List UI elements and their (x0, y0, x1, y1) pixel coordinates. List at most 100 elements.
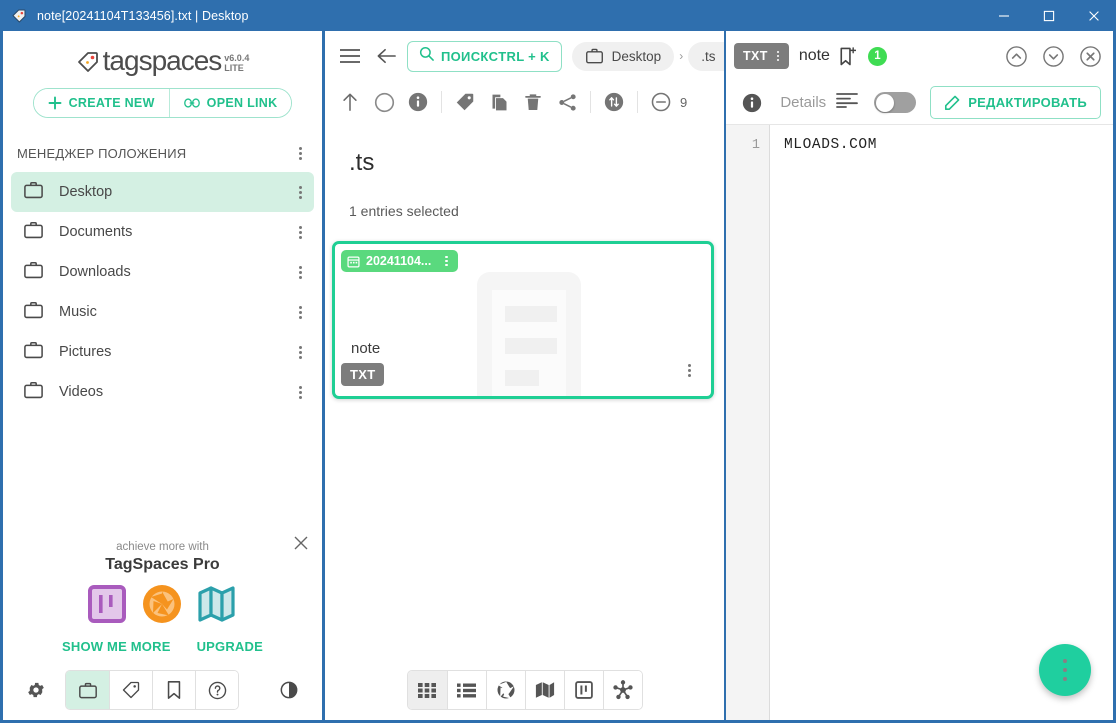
close-circle-icon[interactable] (1073, 39, 1107, 73)
sort-icon[interactable] (597, 85, 631, 119)
file-card-tag-menu-icon[interactable] (438, 253, 454, 269)
calendar-icon (347, 255, 360, 268)
editor-content[interactable]: MLOADS.COM (770, 125, 1113, 720)
breadcrumb: Desktop › .ts (571, 41, 724, 71)
location-menu-icon[interactable] (286, 378, 314, 406)
editor-gutter: 1 (726, 125, 770, 720)
view-mode-grid[interactable] (407, 671, 447, 709)
tag-count-badge: 1 (867, 46, 887, 66)
breadcrumb-item-desktop[interactable]: Desktop (571, 41, 675, 71)
edit-button[interactable]: РЕДАКТИРОВАТЬ (930, 86, 1101, 119)
breadcrumb-label: .ts (701, 48, 716, 64)
details-toggle[interactable] (874, 92, 917, 113)
show-me-more-link[interactable]: SHOW ME MORE (62, 639, 171, 654)
view-mode-group (406, 670, 643, 710)
chevron-down-circle-icon[interactable] (1036, 39, 1070, 73)
file-type-label: TXT (743, 49, 768, 63)
breadcrumb-item-ts[interactable]: .ts (688, 41, 724, 71)
view-mode-list[interactable] (446, 671, 486, 709)
share-icon[interactable] (550, 85, 584, 119)
search-placeholder: ПОИСКCTRL + K (441, 48, 550, 64)
delete-icon[interactable] (516, 85, 550, 119)
close-icon[interactable] (292, 535, 310, 553)
info-icon[interactable] (741, 92, 763, 114)
maximize-button[interactable] (1026, 0, 1071, 31)
view-mode-map[interactable] (524, 671, 564, 709)
minimize-button[interactable] (981, 0, 1026, 31)
chevron-up-circle-icon[interactable] (999, 39, 1033, 73)
floating-action-button[interactable] (1039, 644, 1091, 696)
toolbar-divider (590, 91, 591, 113)
plus-icon (48, 96, 62, 110)
briefcase-icon (23, 380, 45, 405)
action-group: CREATE NEW OPEN LINK (32, 88, 293, 118)
open-link-button[interactable]: OPEN LINK (168, 89, 292, 117)
location-menu-icon[interactable] (286, 298, 314, 326)
locations-menu-icon[interactable] (286, 139, 314, 167)
gear-icon[interactable] (19, 673, 53, 707)
tagspaces-window: note[20241104T133456].txt | Desktop tags… (0, 0, 1116, 723)
arrow-left-icon[interactable] (369, 39, 403, 73)
sidebar-item-music[interactable]: Music (11, 292, 314, 332)
file-card-tag[interactable]: 20241104... (341, 250, 459, 272)
sidebar-tab-bookmarks[interactable] (152, 671, 195, 709)
view-mode-bar (325, 660, 724, 720)
map-icon[interactable] (197, 585, 239, 628)
briefcase-icon (23, 260, 45, 285)
bookmark-add-icon[interactable] (839, 46, 856, 66)
file-type-menu-icon[interactable] (771, 45, 785, 67)
sidebar-tab-help[interactable] (195, 671, 238, 709)
file-card-menu-icon[interactable] (675, 356, 703, 384)
sidebar: tagspaces v6.0.4 LITE CREATE NEW OPEN LI… (3, 31, 322, 720)
sidebar-item-downloads[interactable]: Downloads (11, 252, 314, 292)
search-input[interactable]: ПОИСКCTRL + K (407, 40, 562, 72)
text-editor[interactable]: 1 MLOADS.COM (726, 125, 1113, 720)
pro-promo: achieve more with TagSpaces Pro SHOW ME … (3, 523, 322, 654)
tag-icon (11, 8, 27, 24)
sidebar-tab-locations[interactable] (66, 671, 109, 709)
browser-toolbar-actions: 9 (325, 81, 724, 123)
details-label: Details (780, 94, 827, 111)
view-mode-gallery[interactable] (485, 671, 525, 709)
view-mode-graph[interactable] (602, 671, 642, 709)
sidebar-tab-tags[interactable] (109, 671, 152, 709)
text-align-icon[interactable] (836, 92, 859, 113)
location-menu-icon[interactable] (286, 178, 314, 206)
kanban-icon[interactable] (87, 584, 127, 629)
pencil-icon (944, 95, 960, 111)
file-card[interactable]: 20241104... note TXT (332, 241, 714, 399)
circle-select-icon[interactable] (367, 85, 401, 119)
promo-subtitle: achieve more with (116, 541, 209, 553)
hamburger-icon[interactable] (333, 39, 367, 73)
aperture-icon[interactable] (141, 583, 183, 630)
contrast-icon[interactable] (272, 673, 306, 707)
close-button[interactable] (1071, 0, 1116, 31)
upgrade-link[interactable]: UPGRADE (197, 639, 263, 654)
sidebar-actions: CREATE NEW OPEN LINK (3, 88, 322, 118)
logo-text: tagspaces (102, 45, 223, 76)
view-mode-kanban[interactable] (563, 671, 603, 709)
file-type-badge[interactable]: TXT (734, 43, 789, 69)
arrow-up-icon[interactable] (333, 85, 367, 119)
info-icon[interactable] (401, 85, 435, 119)
sidebar-item-videos[interactable]: Videos (11, 372, 314, 412)
sidebar-item-documents[interactable]: Documents (11, 212, 314, 252)
toolbar-divider (441, 91, 442, 113)
location-menu-icon[interactable] (286, 258, 314, 286)
sidebar-item-label: Videos (59, 384, 104, 400)
location-menu-icon[interactable] (286, 218, 314, 246)
window-titlebar: note[20241104T133456].txt | Desktop (0, 0, 1116, 31)
briefcase-icon (23, 340, 45, 365)
preview-header: TXT note 1 (726, 31, 1113, 81)
tag-icon[interactable] (448, 85, 482, 119)
sidebar-item-desktop[interactable]: Desktop (11, 172, 314, 212)
browser-toolbar-top: ПОИСКCTRL + K Desktop › .ts (325, 31, 724, 81)
logo-edition: LITE (224, 62, 244, 73)
copy-icon[interactable] (482, 85, 516, 119)
sidebar-item-pictures[interactable]: Pictures (11, 332, 314, 372)
zoom-out-icon[interactable] (644, 85, 678, 119)
location-menu-icon[interactable] (286, 338, 314, 366)
create-new-button[interactable]: CREATE NEW (33, 89, 169, 117)
more-vertical-icon (1063, 668, 1067, 672)
app-body: tagspaces v6.0.4 LITE CREATE NEW OPEN LI… (0, 31, 1116, 723)
